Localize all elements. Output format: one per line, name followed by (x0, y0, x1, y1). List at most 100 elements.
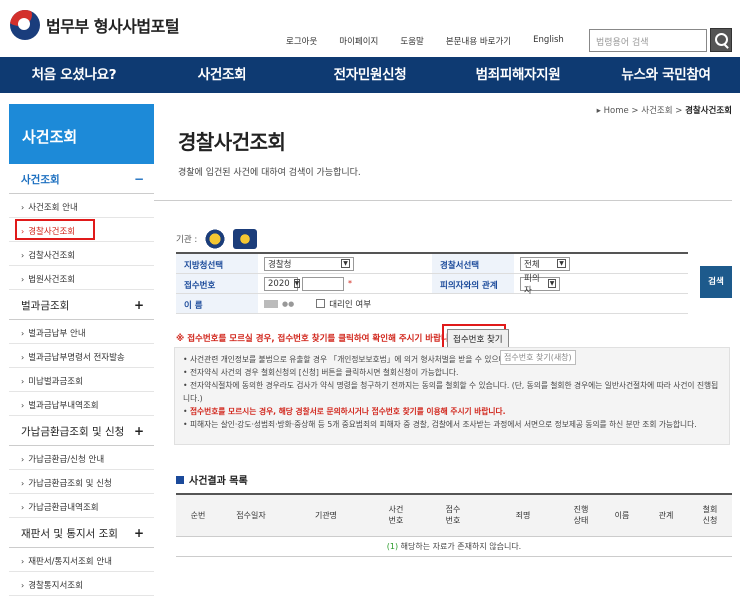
search-button[interactable]: 검색 (700, 266, 732, 298)
sidebar-item[interactable]: › 경찰통지서조회 (9, 572, 154, 596)
form-row: 지방청선택 경찰청 ▼ 경찰서선택 전체 ▼ (176, 254, 688, 274)
sidebar-item[interactable]: › 재판서/통지서조회 안내 (9, 548, 154, 572)
sidebar-group-judgment[interactable]: 재판서 및 통지서 조회 + (9, 518, 154, 548)
sidebar-group-case[interactable]: 사건조회 − (9, 164, 154, 194)
breadcrumb-home[interactable]: Home (604, 106, 629, 116)
help-link[interactable]: 도움말 (400, 35, 423, 47)
nav-victim-support[interactable]: 범죄피해자지원 (444, 57, 592, 93)
form-row: 접수번호 2020 ▼ * 피의자와의 관계 피의자 ▼ (176, 274, 688, 296)
sidebar-group-fine[interactable]: 벌과금조회 + (9, 290, 154, 320)
sidebar-item-label: 법원사건조회 (28, 275, 76, 285)
sidebar-group-label: 재판서 및 통지서 조회 (21, 528, 118, 540)
col-header: 기관명 (282, 494, 370, 537)
required-mark: * (348, 279, 352, 288)
proxy-label: 대리인 여부 (329, 299, 372, 310)
result-title-text: 사건결과 목록 (189, 476, 248, 487)
masked-name (264, 299, 278, 308)
receipt-number-input[interactable] (302, 276, 344, 291)
police-emblem-icon[interactable] (203, 229, 228, 249)
expand-icon[interactable]: + (134, 424, 144, 439)
chevron-right-icon: › (21, 251, 25, 260)
sidebar-item[interactable]: › 벌과금납부 안내 (9, 320, 154, 344)
sidebar-item[interactable]: › 벌과금납부내역조회 (9, 392, 154, 416)
sidebar-item[interactable]: › 검찰사건조회 (9, 242, 154, 266)
relation-value: 피의자 (524, 273, 540, 296)
term-search-input[interactable]: 법령용어 검색 (589, 29, 707, 52)
col-header: 관계 (644, 494, 688, 537)
relation-select[interactable]: 피의자 ▼ (520, 274, 560, 296)
col-header: 진행 상태 (562, 494, 600, 537)
sidebar-item-label: 사건조회 안내 (28, 203, 78, 213)
info-text: 접수번호를 모르시는 경우, 해당 경찰서로 문의하시거나 접수번호 찾기를 이… (189, 407, 506, 416)
relation-label: 피의자와의 관계 (432, 274, 514, 293)
station-label: 경찰서선택 (432, 254, 514, 273)
station-select[interactable]: 전체 ▼ (520, 256, 570, 271)
year-select[interactable]: 2020 ▼ (264, 276, 301, 291)
home-icon[interactable]: ▸ (597, 106, 604, 116)
main-navigation: 처음 오셨나요? 사건조회 전자민원신청 범죄피해자지원 뉴스와 국민참여 (0, 57, 740, 93)
coast-guard-emblem-icon[interactable] (233, 229, 258, 249)
info-line: • 사건관련 개인정보를 불법으로 유출할 경우 「개인정보보호법」에 의거 형… (183, 355, 577, 364)
sidebar-item[interactable]: › 법원사건조회 (9, 266, 154, 290)
sidebar-item-label: 가납금환급조회 및 신청 (28, 479, 112, 489)
government-emblem-icon (10, 10, 40, 40)
nav-news[interactable]: 뉴스와 국민참여 (592, 57, 740, 93)
sidebar-title: 사건조회 (9, 104, 154, 164)
sidebar-item[interactable]: › 가납금환급조회 및 신청 (9, 470, 154, 494)
region-value: 경찰청 (268, 259, 292, 270)
expand-icon[interactable]: + (134, 526, 144, 541)
sidebar-item-label: 벌과금납부명령서 전자발송 (28, 353, 125, 363)
year-value: 2020 (268, 278, 290, 289)
nav-e-petition[interactable]: 전자민원신청 (296, 57, 444, 93)
chevron-right-icon: › (21, 581, 25, 590)
info-line: • 피해자는 살인·강도·성범죄·방화·중상해 등 5개 중요범죄의 피해자 중… (183, 420, 697, 429)
chevron-right-icon: › (21, 203, 25, 212)
sidebar-item-selected[interactable]: › 경찰사건조회 (9, 218, 154, 242)
logout-link[interactable]: 로그아웃 (286, 35, 317, 47)
info-text: 전자약식 사건의 경우 철회신청의 [신청] 버튼을 클릭하시면 철회신청이 가… (189, 368, 459, 377)
divider (154, 200, 732, 201)
chevron-right-icon: › (21, 329, 25, 338)
col-header: 철회 신청 (688, 494, 732, 537)
mypage-link[interactable]: 마이페이지 (339, 35, 378, 47)
result-table: 순번 접수일자 기관명 사건 번호 접수 번호 죄명 진행 상태 이름 관계 철… (176, 493, 732, 557)
sidebar: 사건조회 사건조회 − › 사건조회 안내 › 경찰사건조회 › 검찰사건조회 › 법원… (9, 104, 154, 596)
form-row: 이 름 ●● 대리인 여부 (176, 294, 688, 314)
expand-icon[interactable]: + (134, 298, 144, 313)
breadcrumb-current: 경찰사건조회 (685, 106, 732, 116)
sidebar-item-label: 경찰통지서조회 (28, 581, 83, 591)
sidebar-group-label: 가납금환급조회 및 신청 (21, 426, 125, 438)
search-icon[interactable] (710, 28, 732, 52)
english-link[interactable]: English (533, 35, 564, 47)
collapse-icon[interactable]: − (134, 172, 144, 187)
region-cell: 경찰청 ▼ (258, 254, 432, 273)
proxy-checkbox[interactable] (316, 299, 326, 308)
name-label: 이 름 (176, 294, 258, 313)
col-header: 접수일자 (220, 494, 282, 537)
name-cell: ●● 대리인 여부 (258, 294, 688, 313)
info-line: • 전자약식 사건의 경우 철회신청의 [신청] 버튼을 클릭하시면 철회신청이… (183, 368, 459, 377)
breadcrumb-item[interactable]: 사건조회 (641, 106, 672, 116)
nav-first-visit[interactable]: 처음 오셨나요? (0, 57, 148, 93)
sidebar-item[interactable]: › 벌과금납부명령서 전자발송 (9, 344, 154, 368)
chevron-right-icon: › (21, 479, 25, 488)
empty-count: (1) (386, 541, 399, 551)
sidebar-item[interactable]: › 사건조회 안내 (9, 194, 154, 218)
breadcrumb: ▸ Home > 사건조회 > 경찰사건조회 (596, 106, 732, 116)
chevron-right-icon: › (21, 503, 25, 512)
sidebar-item-label: 검찰사건조회 (28, 251, 76, 261)
chevron-right-icon: › (21, 557, 25, 566)
sidebar-group-refund[interactable]: 가납금환급조회 및 신청 + (9, 416, 154, 446)
table-row: (1) 해당하는 자료가 존재하지 않습니다. (176, 536, 732, 557)
find-receipt-button[interactable]: 접수번호 찾기 (447, 329, 509, 349)
col-header: 사건 번호 (370, 494, 422, 537)
agency-label: 기관 : (176, 235, 198, 245)
site-logo[interactable]: 법무부 형사사법포털 (10, 10, 180, 40)
skip-to-content-link[interactable]: 본문내용 바로가기 (446, 35, 511, 47)
sidebar-item[interactable]: › 가납금환급내역조회 (9, 494, 154, 518)
nav-case-inquiry[interactable]: 사건조회 (148, 57, 296, 93)
sidebar-item[interactable]: › 가납금환급/신청 안내 (9, 446, 154, 470)
page-description: 경찰에 입건된 사건에 대하여 검색이 가능합니다. (178, 168, 361, 178)
region-select[interactable]: 경찰청 ▼ (264, 256, 354, 271)
sidebar-item[interactable]: › 미납벌과금조회 (9, 368, 154, 392)
